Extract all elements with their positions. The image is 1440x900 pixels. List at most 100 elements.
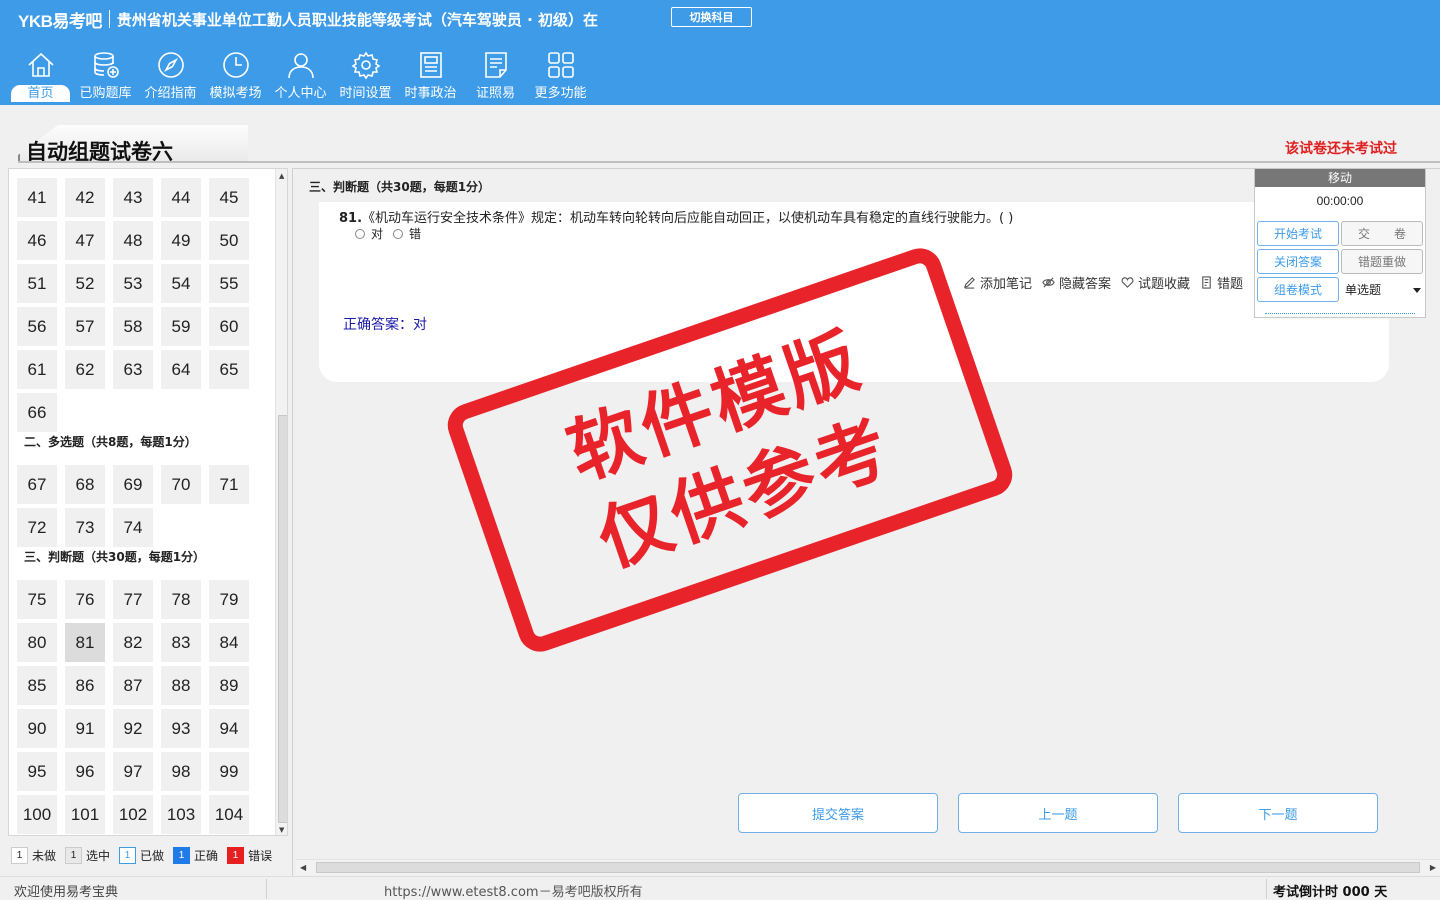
- question-cell[interactable]: 54: [161, 264, 201, 303]
- question-cell[interactable]: 59: [161, 307, 201, 346]
- question-cell[interactable]: 76: [65, 580, 105, 619]
- submit-paper-button[interactable]: 交 卷: [1341, 221, 1423, 246]
- question-cell[interactable]: 79: [209, 580, 249, 619]
- compose-mode-button[interactable]: 组卷模式: [1257, 277, 1339, 302]
- scroll-up-icon[interactable]: ▲: [279, 172, 284, 180]
- question-cell[interactable]: 69: [113, 465, 153, 504]
- question-cell[interactable]: 56: [17, 307, 57, 346]
- question-cell[interactable]: 53: [113, 264, 153, 303]
- question-cell[interactable]: 64: [161, 350, 201, 389]
- question-cell[interactable]: 89: [209, 666, 249, 705]
- widget-move-handle[interactable]: 移动: [1255, 169, 1425, 187]
- nav-profile[interactable]: 个人中心: [268, 48, 333, 104]
- redo-wrong-button[interactable]: 错题重做: [1341, 249, 1423, 274]
- question-cell[interactable]: 95: [17, 752, 57, 791]
- question-cell[interactable]: 50: [209, 221, 249, 260]
- question-cell[interactable]: 91: [65, 709, 105, 748]
- question-cell[interactable]: 60: [209, 307, 249, 346]
- question-cell[interactable]: 44: [161, 178, 201, 217]
- question-cell[interactable]: 51: [17, 264, 57, 303]
- question-cell[interactable]: 86: [65, 666, 105, 705]
- question-cell[interactable]: 43: [113, 178, 153, 217]
- question-cell[interactable]: 97: [113, 752, 153, 791]
- nav-mock-exam[interactable]: 模拟考场: [203, 48, 268, 104]
- option-true-label[interactable]: 对: [371, 225, 383, 242]
- close-answer-button[interactable]: 关闭答案: [1257, 249, 1339, 274]
- question-cell[interactable]: 77: [113, 580, 153, 619]
- question-cell[interactable]: 42: [65, 178, 105, 217]
- question-cell[interactable]: 52: [65, 264, 105, 303]
- question-cell[interactable]: 49: [161, 221, 201, 260]
- question-cell[interactable]: 82: [113, 623, 153, 662]
- scroll-right-icon[interactable]: ▶: [1430, 863, 1436, 872]
- question-cell[interactable]: 83: [161, 623, 201, 662]
- question-cell[interactable]: 58: [113, 307, 153, 346]
- hide-answer-action[interactable]: 隐藏答案: [1042, 273, 1111, 292]
- question-cell[interactable]: 100: [17, 795, 57, 834]
- question-cell[interactable]: 74: [113, 508, 153, 547]
- question-cell[interactable]: 75: [17, 580, 57, 619]
- navigator-scroll-thumb[interactable]: [278, 415, 287, 823]
- question-cell[interactable]: 78: [161, 580, 201, 619]
- question-cell[interactable]: 102: [113, 795, 153, 834]
- question-cell[interactable]: 104: [209, 795, 249, 834]
- question-cell[interactable]: 63: [113, 350, 153, 389]
- question-cell[interactable]: 72: [17, 508, 57, 547]
- submit-answer-button[interactable]: 提交答案: [738, 793, 938, 833]
- scroll-left-icon[interactable]: ◀: [300, 863, 306, 872]
- question-cell[interactable]: 85: [17, 666, 57, 705]
- question-cell[interactable]: 48: [113, 221, 153, 260]
- prev-question-button[interactable]: 上一题: [958, 793, 1158, 833]
- question-cell[interactable]: 98: [161, 752, 201, 791]
- horizontal-scroll-thumb[interactable]: [316, 862, 1420, 873]
- switch-subject-button[interactable]: 切换科目: [671, 7, 752, 27]
- question-cell[interactable]: 84: [209, 623, 249, 662]
- nav-more[interactable]: 更多功能: [528, 48, 593, 104]
- question-cell[interactable]: 73: [65, 508, 105, 547]
- question-cell[interactable]: 103: [161, 795, 201, 834]
- option-true-radio[interactable]: [355, 228, 365, 239]
- question-cell[interactable]: 45: [209, 178, 249, 217]
- question-cell[interactable]: 68: [65, 465, 105, 504]
- scroll-down-icon[interactable]: ▼: [279, 826, 284, 834]
- question-cell[interactable]: 66: [17, 393, 57, 432]
- question-cell[interactable]: 70: [161, 465, 201, 504]
- nav-home[interactable]: 首页: [8, 48, 73, 104]
- question-cell[interactable]: 101: [65, 795, 105, 834]
- question-cell[interactable]: 57: [65, 307, 105, 346]
- favorite-action[interactable]: 试题收藏: [1121, 273, 1190, 292]
- question-cell[interactable]: 99: [209, 752, 249, 791]
- nav-guide[interactable]: 介绍指南: [138, 48, 203, 104]
- navigator-scrollbar[interactable]: ▲ ▼: [275, 169, 287, 835]
- option-false-radio[interactable]: [393, 228, 404, 239]
- question-cell[interactable]: 90: [17, 709, 57, 748]
- option-false-label[interactable]: 错: [409, 225, 421, 242]
- question-cell[interactable]: 80: [17, 623, 57, 662]
- question-cell[interactable]: 87: [113, 666, 153, 705]
- horizontal-scrollbar[interactable]: ◀ ▶: [296, 859, 1440, 875]
- question-cell[interactable]: 96: [65, 752, 105, 791]
- question-cell[interactable]: 71: [209, 465, 249, 504]
- start-exam-button[interactable]: 开始考试: [1257, 221, 1339, 246]
- question-cell[interactable]: 93: [161, 709, 201, 748]
- question-type-select[interactable]: 单选题: [1343, 277, 1425, 302]
- nav-current-affairs[interactable]: 时事政治: [398, 48, 463, 104]
- question-cell[interactable]: 47: [65, 221, 105, 260]
- add-note-action[interactable]: 添加笔记: [963, 273, 1032, 292]
- nav-certificate[interactable]: 证照易: [463, 48, 528, 104]
- question-cell[interactable]: 92: [113, 709, 153, 748]
- nav-purchased[interactable]: 已购题库: [73, 48, 138, 104]
- question-cell[interactable]: 62: [65, 350, 105, 389]
- question-cell[interactable]: 61: [17, 350, 57, 389]
- question-cell[interactable]: 88: [161, 666, 201, 705]
- next-question-button[interactable]: 下一题: [1178, 793, 1378, 833]
- question-cell[interactable]: 94: [209, 709, 249, 748]
- question-cell[interactable]: 41: [17, 178, 57, 217]
- question-cell[interactable]: 67: [17, 465, 57, 504]
- question-cell[interactable]: 55: [209, 264, 249, 303]
- question-cell[interactable]: 81: [65, 623, 105, 662]
- question-cell[interactable]: 46: [17, 221, 57, 260]
- error-report-action[interactable]: 错题: [1200, 273, 1243, 292]
- nav-time-settings[interactable]: 时间设置: [333, 48, 398, 104]
- question-cell[interactable]: 65: [209, 350, 249, 389]
